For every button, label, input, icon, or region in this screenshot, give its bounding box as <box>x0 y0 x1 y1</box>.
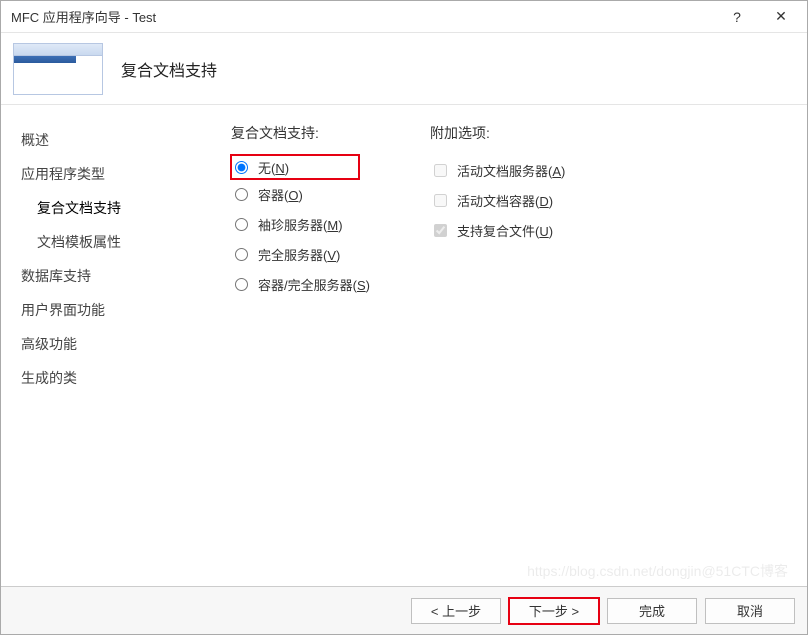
additional-options-label: 附加选项: <box>430 123 565 143</box>
prev-button[interactable]: < 上一步 <box>411 598 501 624</box>
titlebar: MFC 应用程序向导 - Test ? ✕ <box>1 1 807 33</box>
next-button[interactable]: 下一步 > <box>509 598 599 624</box>
compound-doc-group: 复合文档支持: 无(N) 容器(O) 袖珍服务器(M) 完全服务器(V) <box>231 123 370 576</box>
radio-container-fullserver-input[interactable] <box>235 278 248 291</box>
footer: < 上一步 下一步 > 完成 取消 <box>1 586 807 634</box>
radio-none[interactable]: 无(N) <box>231 155 359 179</box>
radio-miniserver-input[interactable] <box>235 218 248 231</box>
additional-options-group: 附加选项: 活动文档服务器(A) 活动文档容器(D) 支持复合文件(U) <box>430 123 565 576</box>
check-compound-file-input <box>434 224 447 237</box>
cancel-button[interactable]: 取消 <box>705 598 795 624</box>
nav-compound-doc[interactable]: 复合文档支持 <box>21 191 191 225</box>
check-compound-file: 支持复合文件(U) <box>430 215 565 245</box>
check-active-doc-container-input <box>434 194 447 207</box>
compound-doc-label: 复合文档支持: <box>231 123 370 143</box>
finish-button[interactable]: 完成 <box>607 598 697 624</box>
nav-apptype[interactable]: 应用程序类型 <box>21 157 191 191</box>
check-active-doc-server: 活动文档服务器(A) <box>430 155 565 185</box>
nav-advanced[interactable]: 高级功能 <box>21 327 191 361</box>
radio-container-input[interactable] <box>235 188 248 201</box>
nav-generated-classes[interactable]: 生成的类 <box>21 361 191 395</box>
nav-overview[interactable]: 概述 <box>21 123 191 157</box>
nav-ui-features[interactable]: 用户界面功能 <box>21 293 191 327</box>
check-active-doc-container: 活动文档容器(D) <box>430 185 565 215</box>
check-active-doc-server-input <box>434 164 447 177</box>
nav-database[interactable]: 数据库支持 <box>21 259 191 293</box>
nav-doc-template[interactable]: 文档模板属性 <box>21 225 191 259</box>
radio-miniserver[interactable]: 袖珍服务器(M) <box>231 209 370 239</box>
radio-fullserver[interactable]: 完全服务器(V) <box>231 239 370 269</box>
radio-none-input[interactable] <box>235 161 248 174</box>
watermark: https://blog.csdn.net/dongjin@51CTC博客 <box>527 561 788 581</box>
sidebar: 概述 应用程序类型 复合文档支持 文档模板属性 数据库支持 用户界面功能 高级功… <box>1 105 201 586</box>
wizard-icon <box>13 43 103 95</box>
radio-container[interactable]: 容器(O) <box>231 179 370 209</box>
radio-container-fullserver[interactable]: 容器/完全服务器(S) <box>231 269 370 299</box>
header: 复合文档支持 <box>1 33 807 105</box>
close-button[interactable]: ✕ <box>759 2 803 32</box>
page-title: 复合文档支持 <box>121 57 217 81</box>
window-title: MFC 应用程序向导 - Test <box>11 7 715 26</box>
radio-fullserver-input[interactable] <box>235 248 248 261</box>
help-button[interactable]: ? <box>715 2 759 32</box>
